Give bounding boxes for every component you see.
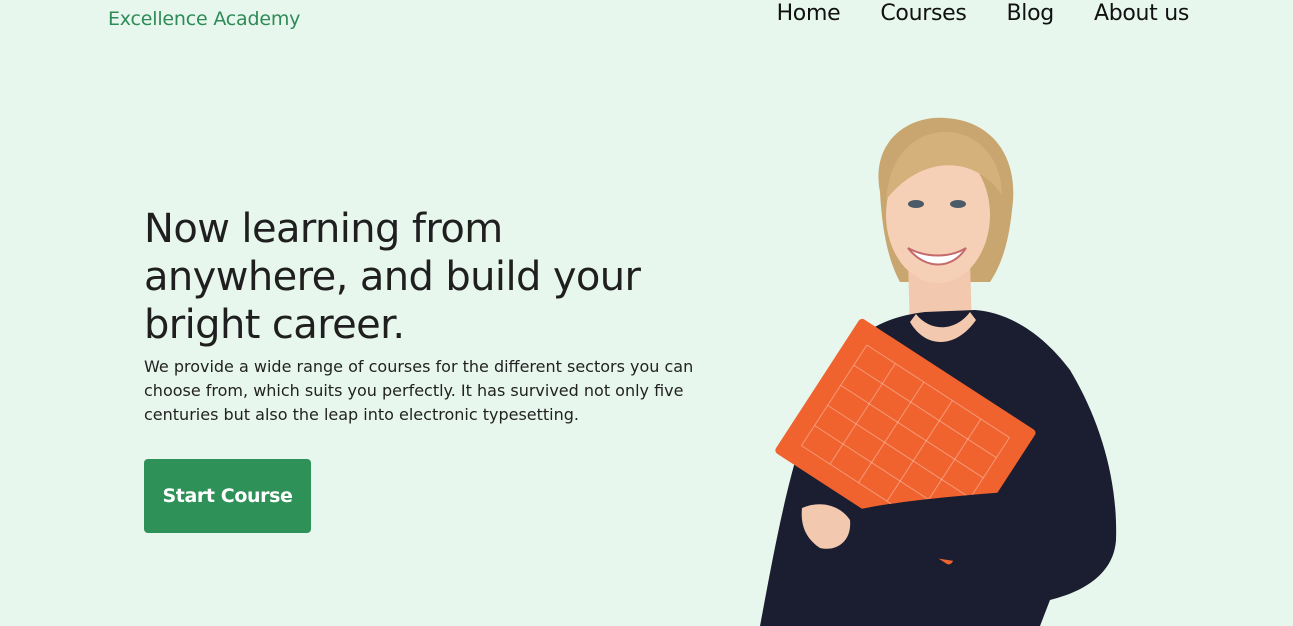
nav-blog[interactable]: Blog bbox=[1007, 1, 1055, 26]
landing-page: Excellence Academy Home Courses Blog Abo… bbox=[0, 0, 1293, 626]
hero-description: We provide a wide range of courses for t… bbox=[144, 357, 694, 424]
student-photo bbox=[760, 117, 1117, 626]
student-illustration bbox=[760, 117, 1117, 626]
start-course-button[interactable]: Start Course bbox=[144, 459, 311, 533]
nav-about-us[interactable]: About us bbox=[1094, 1, 1189, 26]
hero-title: Now learning from anywhere, and build yo… bbox=[144, 206, 641, 348]
nav-home[interactable]: Home bbox=[777, 1, 841, 26]
brand-logo[interactable]: Excellence Academy bbox=[108, 8, 300, 30]
main-nav: Home Courses Blog About us bbox=[777, 1, 1190, 26]
nav-courses[interactable]: Courses bbox=[880, 1, 966, 26]
